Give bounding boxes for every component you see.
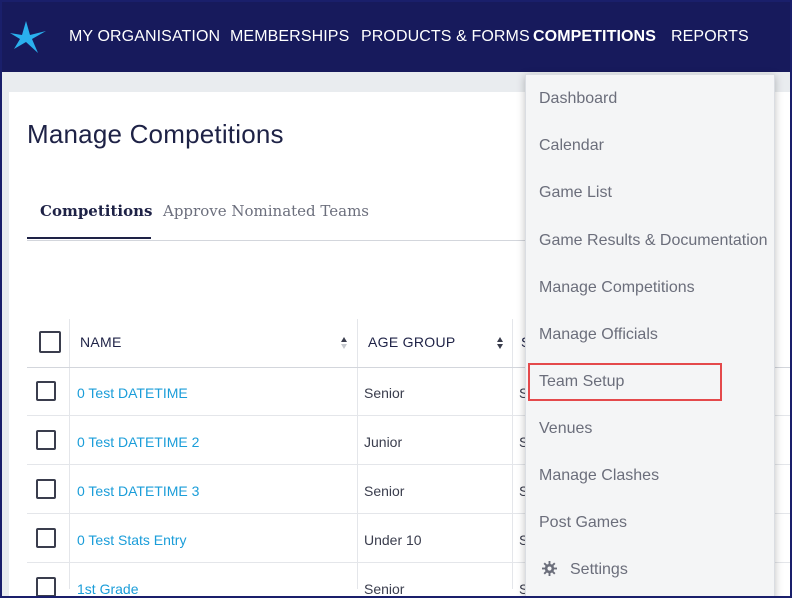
menu-item-venues[interactable]: Venues (539, 420, 592, 438)
menu-item-game-list[interactable]: Game List (539, 184, 612, 202)
tab-competitions[interactable]: Competitions (40, 202, 152, 220)
nav-memberships[interactable]: MEMBERSHIPS (230, 28, 349, 46)
menu-item-settings[interactable]: Settings (570, 561, 628, 579)
sort-age-group-icon[interactable] (496, 336, 504, 350)
competition-name-link[interactable]: 1st Grade (77, 581, 138, 596)
row-checkbox[interactable] (36, 577, 56, 596)
age-group-cell: Senior (364, 385, 405, 401)
menu-item-post-games[interactable]: Post Games (539, 514, 627, 532)
sort-name-icon[interactable] (340, 336, 348, 350)
nav-reports[interactable]: REPORTS (671, 28, 749, 46)
menu-item-manage-officials[interactable]: Manage Officials (539, 326, 658, 344)
age-group-cell: Junior (364, 434, 403, 450)
competition-name-link[interactable]: 0 Test Stats Entry (77, 532, 186, 548)
tab-bar: Competitions Approve Nominated Teams (27, 192, 537, 241)
competition-name-link[interactable]: 0 Test DATETIME 3 (77, 483, 199, 499)
top-navigation: MY ORGANISATION MEMBERSHIPS PRODUCTS & F… (2, 2, 790, 72)
header-name[interactable]: NAME (80, 334, 122, 350)
age-group-cell: Under 10 (364, 532, 422, 548)
menu-item-game-results-documentation[interactable]: Game Results & Documentation (539, 232, 768, 250)
age-group-cell: Senior (364, 483, 405, 499)
menu-item-manage-clashes[interactable]: Manage Clashes (539, 467, 659, 485)
menu-item-dashboard[interactable]: Dashboard (539, 90, 617, 108)
row-checkbox[interactable] (36, 528, 56, 548)
nav-competitions[interactable]: COMPETITIONS (533, 28, 656, 46)
row-checkbox[interactable] (36, 381, 56, 401)
menu-item-manage-competitions[interactable]: Manage Competitions (539, 279, 695, 297)
header-age-group[interactable]: AGE GROUP (368, 334, 456, 350)
competition-name-link[interactable]: 0 Test DATETIME (77, 385, 188, 401)
active-tab-indicator (27, 237, 151, 239)
nav-products-forms[interactable]: PRODUCTS & FORMS (361, 28, 530, 46)
menu-item-team-setup[interactable]: Team Setup (539, 373, 624, 391)
row-checkbox[interactable] (36, 479, 56, 499)
page-title: Manage Competitions (27, 119, 284, 149)
tab-approve-nominated-teams[interactable]: Approve Nominated Teams (163, 202, 369, 220)
menu-item-calendar[interactable]: Calendar (539, 137, 604, 155)
nav-my-organisation[interactable]: MY ORGANISATION (69, 28, 220, 46)
competitions-dropdown-menu: Dashboard Calendar Game List Game Result… (525, 74, 775, 596)
row-checkbox[interactable] (36, 430, 56, 450)
select-all-checkbox[interactable] (39, 331, 61, 353)
brand-logo-icon[interactable] (8, 15, 48, 55)
competition-name-link[interactable]: 0 Test DATETIME 2 (77, 434, 199, 450)
age-group-cell: Senior (364, 581, 405, 597)
gear-icon (542, 561, 557, 576)
app-frame: MY ORGANISATION MEMBERSHIPS PRODUCTS & F… (0, 0, 792, 598)
